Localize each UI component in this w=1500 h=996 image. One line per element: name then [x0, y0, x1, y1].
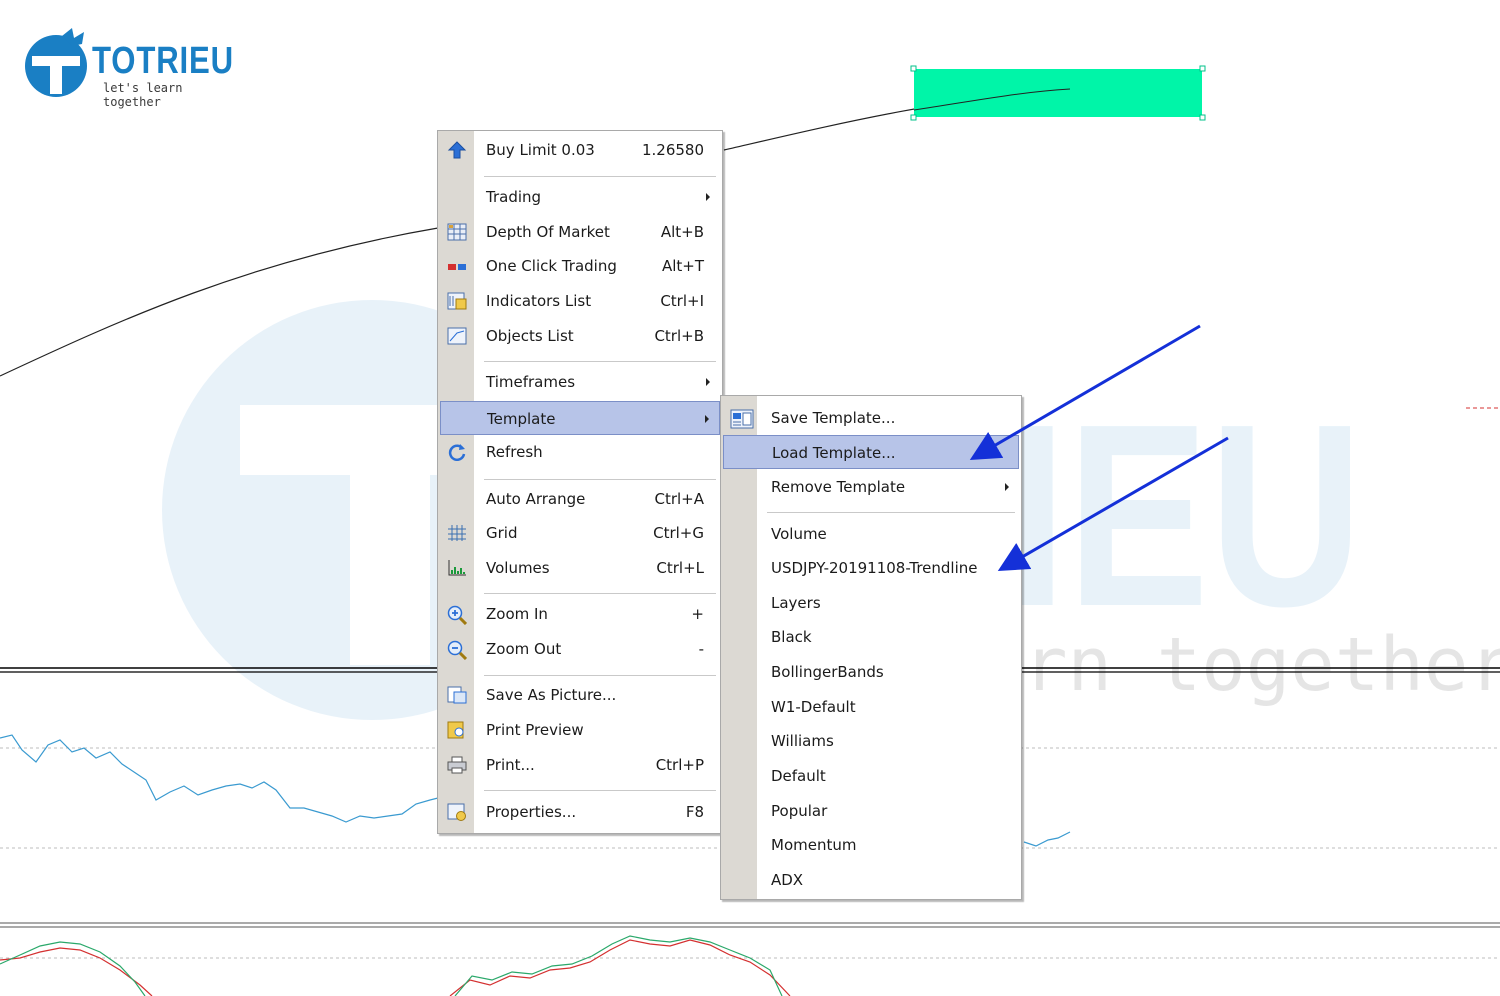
arrow-to-load-template: [969, 324, 1201, 461]
arrow-to-trendline-template: [997, 436, 1229, 572]
annotation-arrows: [969, 324, 1229, 572]
